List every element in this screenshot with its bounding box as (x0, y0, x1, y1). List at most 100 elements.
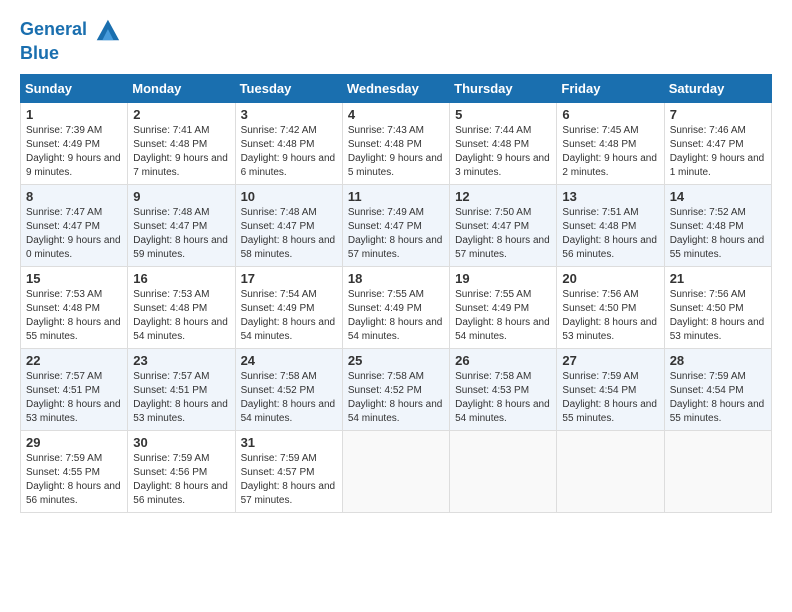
day-info: Sunrise: 7:50 AMSunset: 4:47 PMDaylight:… (455, 206, 551, 262)
calendar-cell: 31Sunrise: 7:59 AMSunset: 4:57 PMDayligh… (235, 430, 342, 512)
calendar-cell: 28 Sunrise: 7:59 AMSunset: 4:54 PMDayligh… (664, 348, 771, 430)
day-info: Sunrise: 7:48 AMSunset: 4:47 PMDaylight:… (241, 206, 337, 262)
weekday-header: Thursday (450, 74, 557, 102)
day-info: Sunrise: 7:57 AMSunset: 4:51 PMDaylight:… (26, 370, 122, 426)
calendar-cell (664, 430, 771, 512)
day-number: 7 (670, 107, 766, 122)
weekday-header: Saturday (664, 74, 771, 102)
day-info: Sunrise: 7:53 AMSunset: 4:48 PMDaylight:… (133, 288, 229, 344)
day-info: Sunrise: 7:53 AMSunset: 4:48 PMDaylight:… (26, 288, 122, 344)
day-number: 1 (26, 107, 122, 122)
day-info: Sunrise: 7:56 AMSunset: 4:50 PMDaylight:… (670, 288, 766, 344)
day-number: 29 (26, 435, 122, 450)
calendar-page: General Blue SundayMondayTuesdayWednesda… (0, 0, 792, 612)
day-number: 11 (348, 189, 444, 204)
day-info: Sunrise: 7:59 AMSunset: 4:57 PMDaylight:… (241, 452, 337, 508)
day-number: 3 (241, 107, 337, 122)
day-number: 16 (133, 271, 229, 286)
day-number: 23 (133, 353, 229, 368)
day-number: 13 (562, 189, 658, 204)
calendar-week-row: 15 Sunrise: 7:53 AMSunset: 4:48 PMDayligh… (21, 266, 772, 348)
calendar-week-row: 8 Sunrise: 7:47 AMSunset: 4:47 PMDaylight… (21, 184, 772, 266)
calendar-cell: 1Sunrise: 7:39 AMSunset: 4:49 PMDaylight… (21, 102, 128, 184)
day-number: 24 (241, 353, 337, 368)
day-info: Sunrise: 7:49 AMSunset: 4:47 PMDaylight:… (348, 206, 444, 262)
day-info: Sunrise: 7:46 AMSunset: 4:47 PMDaylight:… (670, 124, 766, 180)
day-info: Sunrise: 7:45 AMSunset: 4:48 PMDaylight:… (562, 124, 658, 180)
day-number: 21 (670, 271, 766, 286)
weekday-header: Tuesday (235, 74, 342, 102)
calendar-cell: 18Sunrise: 7:55 AMSunset: 4:49 PMDayligh… (342, 266, 449, 348)
calendar-cell: 19 Sunrise: 7:55 AMSunset: 4:49 PMDayligh… (450, 266, 557, 348)
day-info: Sunrise: 7:54 AMSunset: 4:49 PMDaylight:… (241, 288, 337, 344)
day-number: 9 (133, 189, 229, 204)
day-info: Sunrise: 7:42 AMSunset: 4:48 PMDaylight:… (241, 124, 337, 180)
calendar-cell: 24 Sunrise: 7:58 AMSunset: 4:52 PMDayligh… (235, 348, 342, 430)
day-number: 19 (455, 271, 551, 286)
day-number: 12 (455, 189, 551, 204)
day-info: Sunrise: 7:55 AMSunset: 4:49 PMDaylight:… (455, 288, 551, 344)
calendar-cell: 10 Sunrise: 7:48 AMSunset: 4:47 PMDayligh… (235, 184, 342, 266)
calendar-table: SundayMondayTuesdayWednesdayThursdayFrid… (20, 74, 772, 513)
calendar-header-row: SundayMondayTuesdayWednesdayThursdayFrid… (21, 74, 772, 102)
day-number: 10 (241, 189, 337, 204)
day-number: 5 (455, 107, 551, 122)
calendar-cell (342, 430, 449, 512)
calendar-cell: 23Sunrise: 7:57 AMSunset: 4:51 PMDayligh… (128, 348, 235, 430)
day-info: Sunrise: 7:41 AMSunset: 4:48 PMDaylight:… (133, 124, 229, 180)
day-info: Sunrise: 7:58 AMSunset: 4:52 PMDaylight:… (241, 370, 337, 426)
calendar-cell: 22Sunrise: 7:57 AMSunset: 4:51 PMDayligh… (21, 348, 128, 430)
weekday-header: Friday (557, 74, 664, 102)
calendar-week-row: 29Sunrise: 7:59 AMSunset: 4:55 PMDayligh… (21, 430, 772, 512)
day-number: 27 (562, 353, 658, 368)
calendar-cell: 29Sunrise: 7:59 AMSunset: 4:55 PMDayligh… (21, 430, 128, 512)
calendar-week-row: 1Sunrise: 7:39 AMSunset: 4:49 PMDaylight… (21, 102, 772, 184)
calendar-week-row: 22Sunrise: 7:57 AMSunset: 4:51 PMDayligh… (21, 348, 772, 430)
day-info: Sunrise: 7:44 AMSunset: 4:48 PMDaylight:… (455, 124, 551, 180)
day-number: 4 (348, 107, 444, 122)
day-info: Sunrise: 7:58 AMSunset: 4:53 PMDaylight:… (455, 370, 551, 426)
day-info: Sunrise: 7:58 AMSunset: 4:52 PMDaylight:… (348, 370, 444, 426)
calendar-cell: 26Sunrise: 7:58 AMSunset: 4:53 PMDayligh… (450, 348, 557, 430)
day-number: 30 (133, 435, 229, 450)
day-number: 15 (26, 271, 122, 286)
calendar-cell: 7 Sunrise: 7:46 AMSunset: 4:47 PMDaylight… (664, 102, 771, 184)
day-number: 17 (241, 271, 337, 286)
logo-blue: Blue (20, 44, 121, 64)
calendar-cell: 5 Sunrise: 7:44 AMSunset: 4:48 PMDaylight… (450, 102, 557, 184)
calendar-cell: 13Sunrise: 7:51 AMSunset: 4:48 PMDayligh… (557, 184, 664, 266)
calendar-cell: 27 Sunrise: 7:59 AMSunset: 4:54 PMDayligh… (557, 348, 664, 430)
calendar-cell: 8 Sunrise: 7:47 AMSunset: 4:47 PMDaylight… (21, 184, 128, 266)
day-info: Sunrise: 7:59 AMSunset: 4:54 PMDaylight:… (670, 370, 766, 426)
day-info: Sunrise: 7:43 AMSunset: 4:48 PMDaylight:… (348, 124, 444, 180)
day-info: Sunrise: 7:59 AMSunset: 4:54 PMDaylight:… (562, 370, 658, 426)
weekday-header: Monday (128, 74, 235, 102)
calendar-cell: 15 Sunrise: 7:53 AMSunset: 4:48 PMDayligh… (21, 266, 128, 348)
calendar-cell: 4 Sunrise: 7:43 AMSunset: 4:48 PMDaylight… (342, 102, 449, 184)
calendar-cell: 11 Sunrise: 7:49 AMSunset: 4:47 PMDayligh… (342, 184, 449, 266)
calendar-cell: 30 Sunrise: 7:59 AMSunset: 4:56 PMDayligh… (128, 430, 235, 512)
day-number: 25 (348, 353, 444, 368)
logo-general: General (20, 19, 87, 39)
calendar-cell: 6 Sunrise: 7:45 AMSunset: 4:48 PMDaylight… (557, 102, 664, 184)
day-number: 8 (26, 189, 122, 204)
day-info: Sunrise: 7:55 AMSunset: 4:49 PMDaylight:… (348, 288, 444, 344)
day-info: Sunrise: 7:48 AMSunset: 4:47 PMDaylight:… (133, 206, 229, 262)
day-info: Sunrise: 7:47 AMSunset: 4:47 PMDaylight:… (26, 206, 122, 262)
day-info: Sunrise: 7:52 AMSunset: 4:48 PMDaylight:… (670, 206, 766, 262)
weekday-header: Sunday (21, 74, 128, 102)
calendar-cell (450, 430, 557, 512)
logo-area: General Blue (20, 16, 121, 64)
calendar-cell: 3 Sunrise: 7:42 AMSunset: 4:48 PMDaylight… (235, 102, 342, 184)
calendar-cell: 21 Sunrise: 7:56 AMSunset: 4:50 PMDayligh… (664, 266, 771, 348)
day-number: 6 (562, 107, 658, 122)
calendar-cell (557, 430, 664, 512)
calendar-cell: 16 Sunrise: 7:53 AMSunset: 4:48 PMDayligh… (128, 266, 235, 348)
calendar-cell: 17 Sunrise: 7:54 AMSunset: 4:49 PMDayligh… (235, 266, 342, 348)
day-number: 28 (670, 353, 766, 368)
calendar-cell: 2Sunrise: 7:41 AMSunset: 4:48 PMDaylight… (128, 102, 235, 184)
calendar-cell: 20Sunrise: 7:56 AMSunset: 4:50 PMDayligh… (557, 266, 664, 348)
logo-icon (93, 16, 121, 44)
calendar-cell: 25 Sunrise: 7:58 AMSunset: 4:52 PMDayligh… (342, 348, 449, 430)
day-info: Sunrise: 7:59 AMSunset: 4:56 PMDaylight:… (133, 452, 229, 508)
